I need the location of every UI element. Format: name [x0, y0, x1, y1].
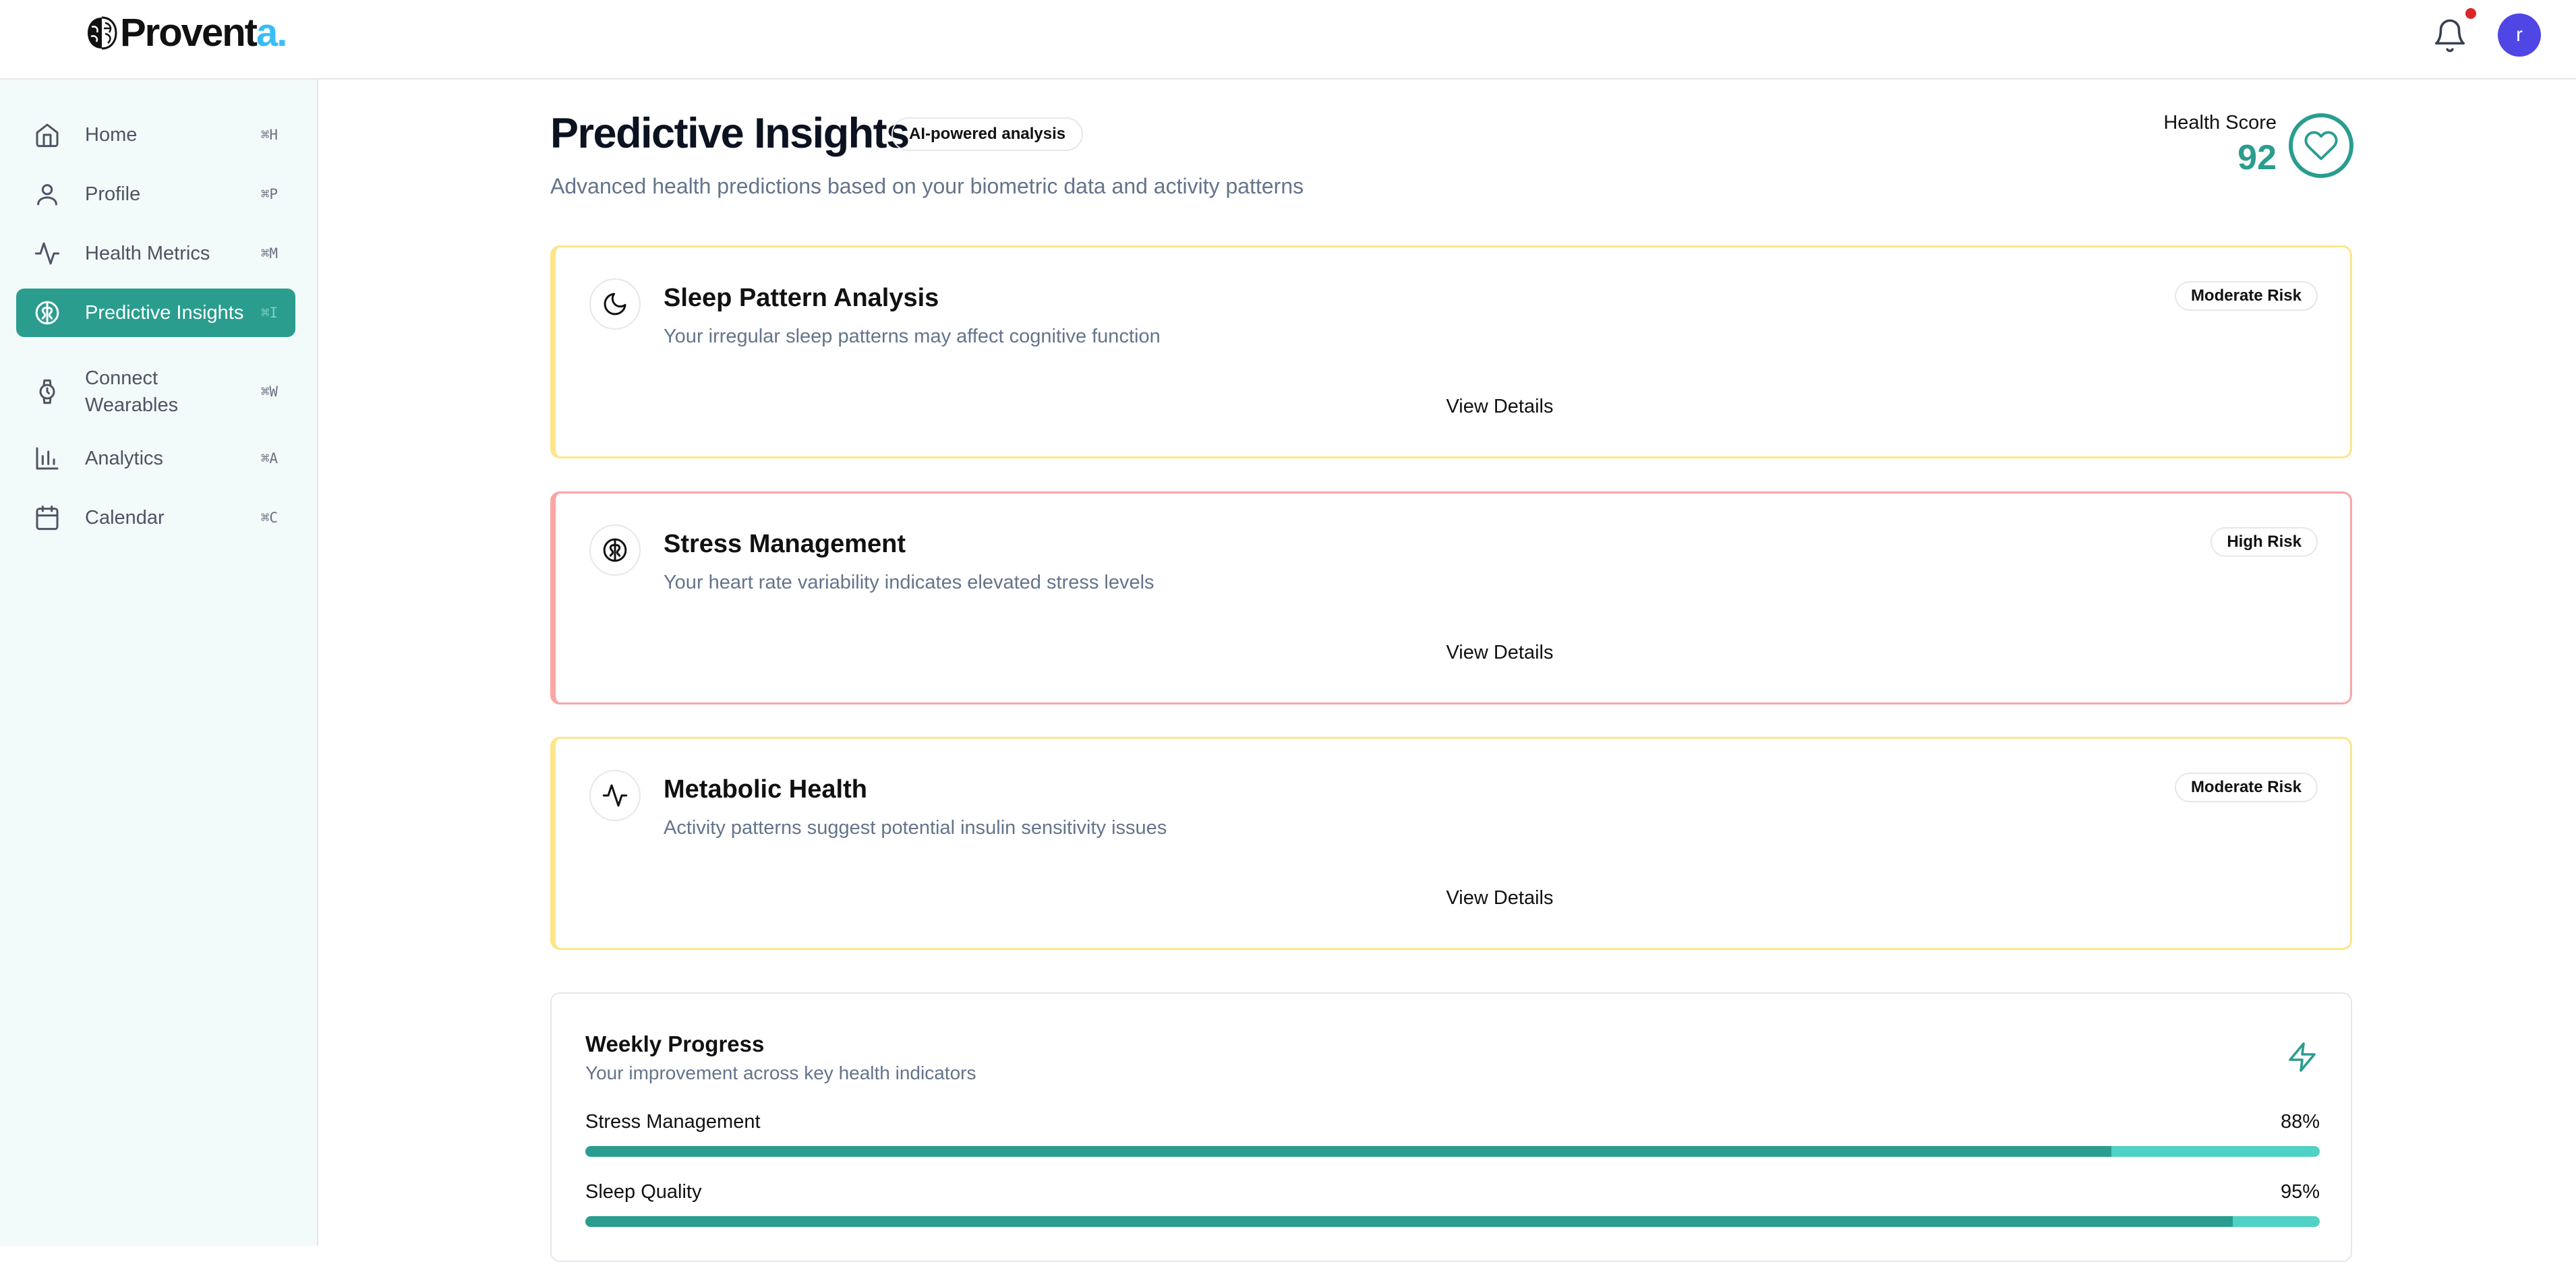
view-details-button[interactable]: View Details: [1432, 386, 1567, 427]
brain-icon: [35, 301, 59, 325]
health-score-ring: [2289, 113, 2353, 178]
view-details-button[interactable]: View Details: [1432, 632, 1567, 673]
sidebar-item-home[interactable]: Home ⌘H: [16, 111, 295, 159]
sidebar-item-connect-wearables[interactable]: Connect Wearables ⌘W: [16, 355, 295, 429]
sidebar-item-calendar[interactable]: Calendar ⌘C: [16, 493, 295, 542]
card-icon-circle: [589, 278, 641, 330]
notification-dot: [2465, 8, 2476, 19]
bar-chart-icon: [36, 447, 59, 470]
activity-icon: [34, 242, 60, 265]
card-icon-circle: [589, 770, 641, 821]
user-icon: [37, 184, 57, 206]
shortcut-hint: ⌘W: [260, 384, 278, 400]
risk-badge: Moderate Risk: [2174, 281, 2318, 311]
shortcut-hint: ⌘A: [260, 450, 278, 467]
risk-badge: Moderate Risk: [2174, 773, 2318, 802]
weekly-progress-title: Weekly Progress: [585, 1031, 765, 1056]
health-score-value: 92: [2237, 138, 2277, 177]
shortcut-hint: ⌘M: [260, 245, 278, 262]
sidebar-item-label: Connect Wearables: [85, 367, 179, 416]
progress-fill: [585, 1146, 2112, 1157]
page-subtitle: Advanced health predictions based on you…: [550, 174, 1304, 198]
home-icon: [36, 123, 59, 148]
insight-title: Sleep Pattern Analysis: [664, 284, 939, 312]
progress-fill: [585, 1216, 2233, 1227]
ai-analysis-badge: AI-powered analysis: [891, 117, 1084, 151]
shortcut-hint: ⌘C: [260, 510, 278, 526]
page-title: Predictive Insights: [550, 110, 910, 157]
lightning-icon: [2289, 1042, 2316, 1072]
sidebar-item-analytics[interactable]: Analytics ⌘A: [16, 434, 295, 483]
heart-icon: [2304, 131, 2338, 160]
logo-text: Proventa.: [120, 11, 287, 55]
metric-percent: 88%: [2280, 1111, 2320, 1133]
shortcut-hint: ⌘I: [260, 305, 278, 321]
avatar[interactable]: r: [2498, 13, 2541, 57]
weekly-progress-subtitle: Your improvement across key health indic…: [585, 1062, 976, 1083]
activity-icon: [602, 784, 628, 807]
sidebar: Home ⌘H Profile ⌘P Health Metrics ⌘M Pre…: [0, 80, 318, 1246]
insight-description: Activity patterns suggest potential insu…: [664, 817, 1167, 839]
insight-card-sleep: Sleep Pattern Analysis Your irregular sl…: [550, 245, 2352, 458]
view-details-button[interactable]: View Details: [1432, 878, 1567, 918]
moon-icon: [604, 293, 626, 316]
insight-description: Your heart rate variability indicates el…: [664, 572, 1154, 593]
top-bar: Proventa. r: [0, 0, 2576, 80]
notification-bell-icon[interactable]: [2432, 18, 2468, 54]
risk-badge: High Risk: [2211, 527, 2318, 557]
insight-title: Metabolic Health: [664, 775, 867, 804]
insight-card-metabolic: Metabolic Health Activity patterns sugge…: [550, 737, 2352, 950]
metric-label: Sleep Quality: [585, 1181, 702, 1203]
progress-track: [585, 1216, 2320, 1227]
shortcut-hint: ⌘H: [260, 127, 278, 143]
calendar-icon: [36, 505, 59, 531]
card-icon-circle: [589, 524, 641, 576]
insight-description: Your irregular sleep patterns may affect…: [664, 326, 1161, 347]
shortcut-hint: ⌘P: [260, 186, 278, 202]
sidebar-item-profile[interactable]: Profile ⌘P: [16, 170, 295, 218]
progress-track: [585, 1146, 2320, 1157]
insight-card-stress: Stress Management Your heart rate variab…: [550, 491, 2352, 704]
metric-percent: 95%: [2280, 1181, 2320, 1203]
logo[interactable]: Proventa.: [85, 11, 287, 55]
sidebar-item-health-metrics[interactable]: Health Metrics ⌘M: [16, 229, 295, 278]
weekly-progress-card: Weekly Progress Your improvement across …: [550, 992, 2352, 1262]
metric-label: Stress Management: [585, 1111, 761, 1133]
watch-icon: [39, 379, 55, 404]
health-score-label: Health Score: [2163, 112, 2277, 133]
insight-title: Stress Management: [664, 530, 906, 558]
sidebar-item-predictive-insights[interactable]: Predictive Insights ⌘I: [16, 289, 295, 337]
brain-logo-icon: [88, 16, 117, 50]
brain-icon: [603, 538, 627, 562]
